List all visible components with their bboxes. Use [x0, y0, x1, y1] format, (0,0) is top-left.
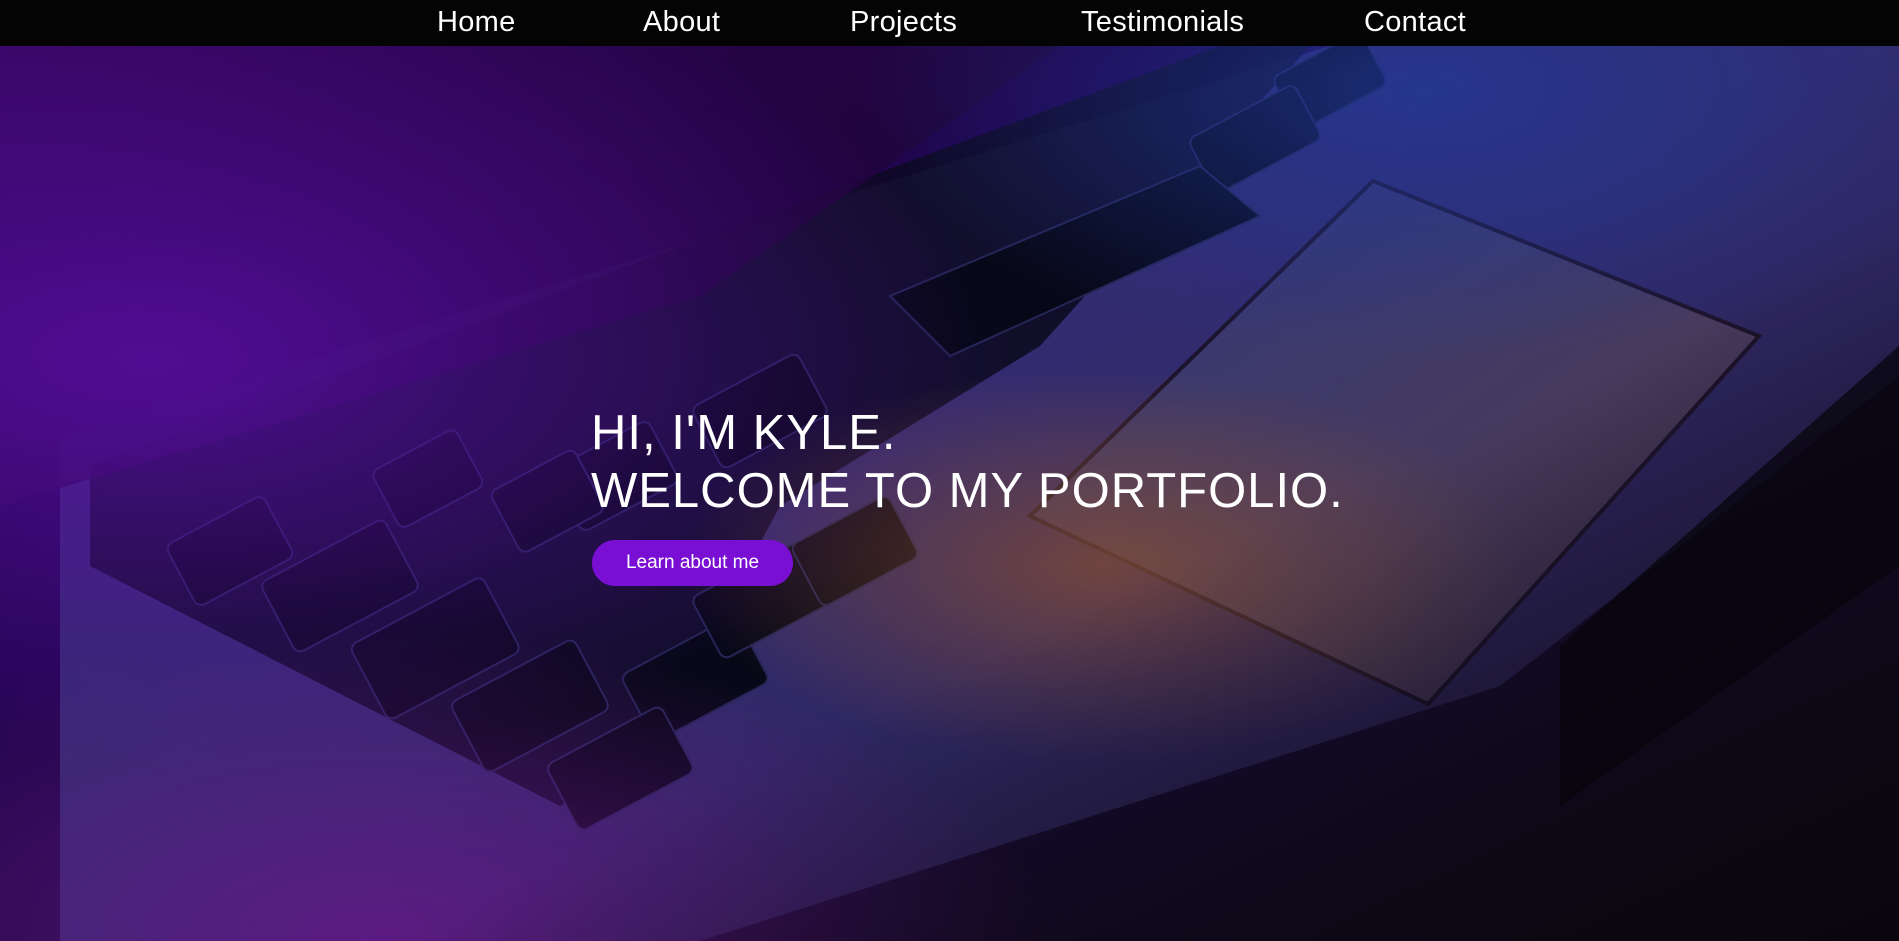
top-navigation-bar: Home About Projects Testimonials Contact [0, 0, 1899, 46]
hero-heading-line-1: HI, I'M KYLE. [591, 406, 897, 460]
nav-link-home[interactable]: Home [437, 0, 516, 44]
nav-link-projects[interactable]: Projects [850, 0, 957, 44]
learn-about-me-button[interactable]: Learn about me [592, 540, 793, 586]
hero-heading: HI, I'M KYLE. WELCOME TO MY PORTFOLIO. [591, 404, 1344, 520]
nav-link-testimonials[interactable]: Testimonials [1081, 0, 1244, 44]
hero-heading-line-2: WELCOME TO MY PORTFOLIO. [591, 464, 1344, 518]
page: Home About Projects Testimonials Contact [0, 0, 1899, 941]
nav-link-about[interactable]: About [643, 0, 720, 44]
nav-link-contact[interactable]: Contact [1364, 0, 1466, 44]
